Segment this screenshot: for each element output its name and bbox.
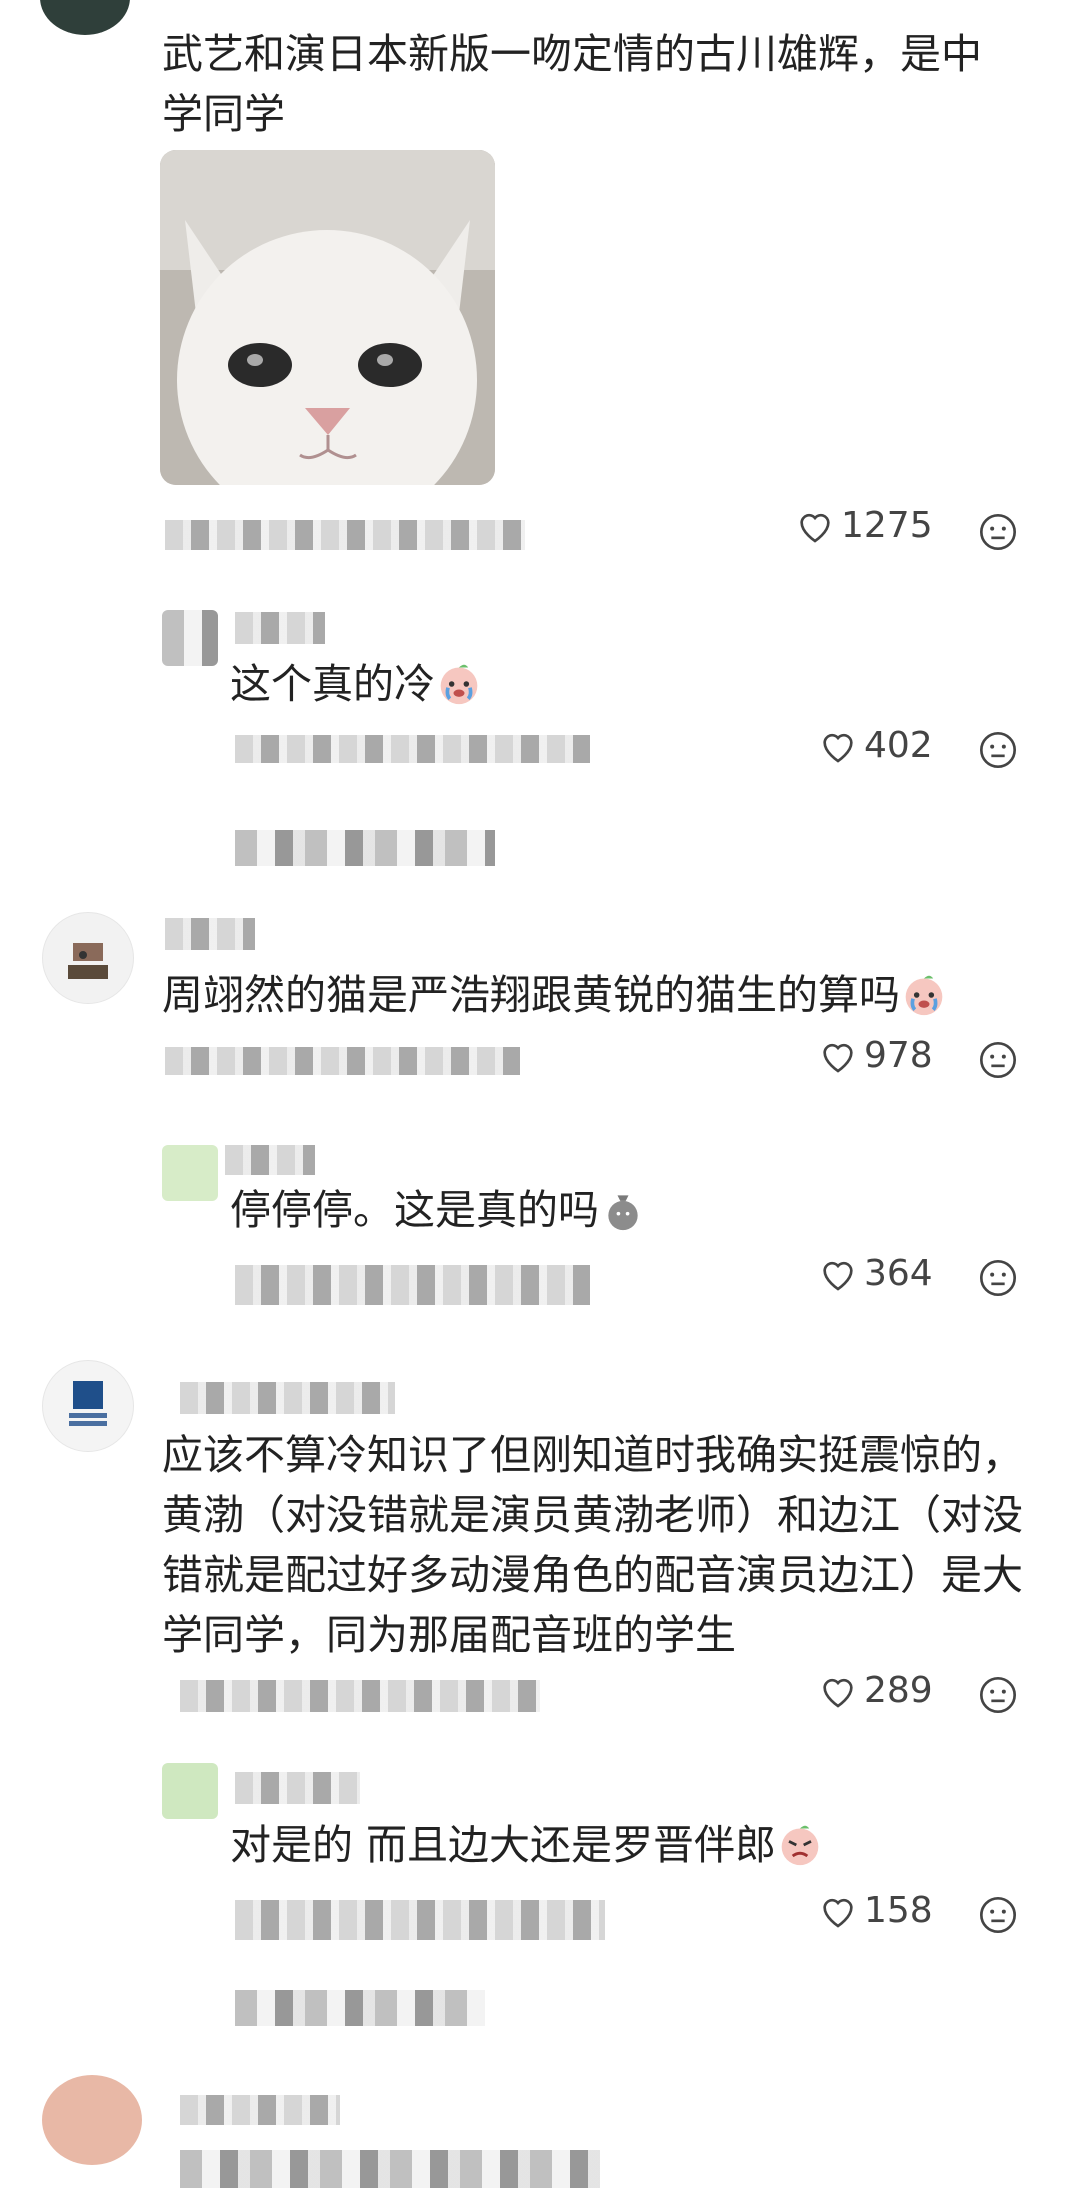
meta-redacted bbox=[165, 520, 525, 550]
avatar[interactable] bbox=[42, 2075, 142, 2165]
crying-emoji-icon bbox=[440, 664, 478, 705]
crying-emoji-icon bbox=[905, 975, 943, 1016]
like-button[interactable]: 978 bbox=[818, 1035, 933, 1076]
username-redacted bbox=[165, 918, 255, 950]
neutral-face-icon[interactable] bbox=[978, 730, 1018, 770]
avatar[interactable] bbox=[162, 1145, 218, 1201]
reply-text: 停停停。这是真的吗 bbox=[230, 1180, 645, 1240]
meta-redacted bbox=[235, 735, 590, 763]
avatar[interactable] bbox=[42, 1360, 134, 1452]
more-replies-redacted[interactable] bbox=[235, 830, 495, 866]
heart-outline-icon bbox=[823, 1898, 853, 1928]
like-button[interactable]: 364 bbox=[818, 1253, 933, 1294]
username-redacted bbox=[235, 612, 325, 644]
username-redacted bbox=[225, 1145, 315, 1175]
avatar[interactable] bbox=[42, 912, 134, 1004]
avatar-image bbox=[68, 943, 108, 979]
neutral-face-icon[interactable] bbox=[978, 512, 1018, 552]
cat-photo bbox=[160, 150, 495, 485]
like-button[interactable]: 289 bbox=[818, 1670, 933, 1711]
avatar[interactable] bbox=[40, 0, 130, 35]
avatar-image bbox=[69, 1381, 107, 1426]
like-button[interactable]: 1275 bbox=[795, 505, 933, 546]
like-count: 364 bbox=[864, 1253, 933, 1294]
neutral-face-icon[interactable] bbox=[978, 1258, 1018, 1298]
avatar[interactable] bbox=[162, 1763, 218, 1819]
like-count: 158 bbox=[864, 1890, 933, 1931]
reply-text: 这个真的冷 bbox=[230, 654, 481, 714]
like-count: 1275 bbox=[841, 505, 933, 546]
username-redacted bbox=[180, 2095, 340, 2125]
neutral-face-icon[interactable] bbox=[978, 1895, 1018, 1935]
neutral-face-icon[interactable] bbox=[978, 1675, 1018, 1715]
comment-text: 武艺和演日本新版一吻定情的古川雄辉，是中学同学 bbox=[162, 30, 982, 138]
meta-redacted bbox=[165, 1047, 520, 1075]
heart-outline-icon bbox=[823, 733, 853, 763]
comment-text: 周翊然的猫是严浩翔跟黄锐的猫生的算吗 bbox=[162, 965, 946, 1025]
like-count: 402 bbox=[864, 725, 933, 766]
like-button[interactable]: 402 bbox=[818, 725, 933, 766]
avatar[interactable] bbox=[162, 610, 218, 666]
username-redacted bbox=[235, 1772, 360, 1804]
heart-outline-icon bbox=[823, 1043, 853, 1073]
reply-text: 对是的 而且边大还是罗晋伴郎 bbox=[230, 1815, 822, 1875]
like-button[interactable]: 158 bbox=[818, 1890, 933, 1931]
meta-redacted bbox=[235, 1265, 590, 1305]
username-redacted bbox=[180, 1382, 395, 1414]
neutral-face-icon[interactable] bbox=[978, 1040, 1018, 1080]
comment-text-redacted bbox=[180, 2150, 600, 2188]
money-bag-emoji-icon bbox=[608, 1195, 638, 1231]
heart-outline-icon bbox=[823, 1261, 853, 1291]
like-count: 978 bbox=[864, 1035, 933, 1076]
heart-outline-icon bbox=[800, 513, 830, 543]
angry-emoji-icon bbox=[781, 1825, 819, 1866]
comment-text: 应该不算冷知识了但刚知道时我确实挺震惊的，黄渤（对没错就是演员黄渤老师）和边江（… bbox=[162, 1431, 1023, 1659]
more-replies-redacted[interactable] bbox=[235, 1990, 485, 2026]
meta-redacted bbox=[180, 1680, 540, 1712]
heart-outline-icon bbox=[823, 1678, 853, 1708]
like-count: 289 bbox=[864, 1670, 933, 1711]
meta-redacted bbox=[235, 1900, 605, 1940]
cat-image[interactable] bbox=[160, 150, 495, 485]
